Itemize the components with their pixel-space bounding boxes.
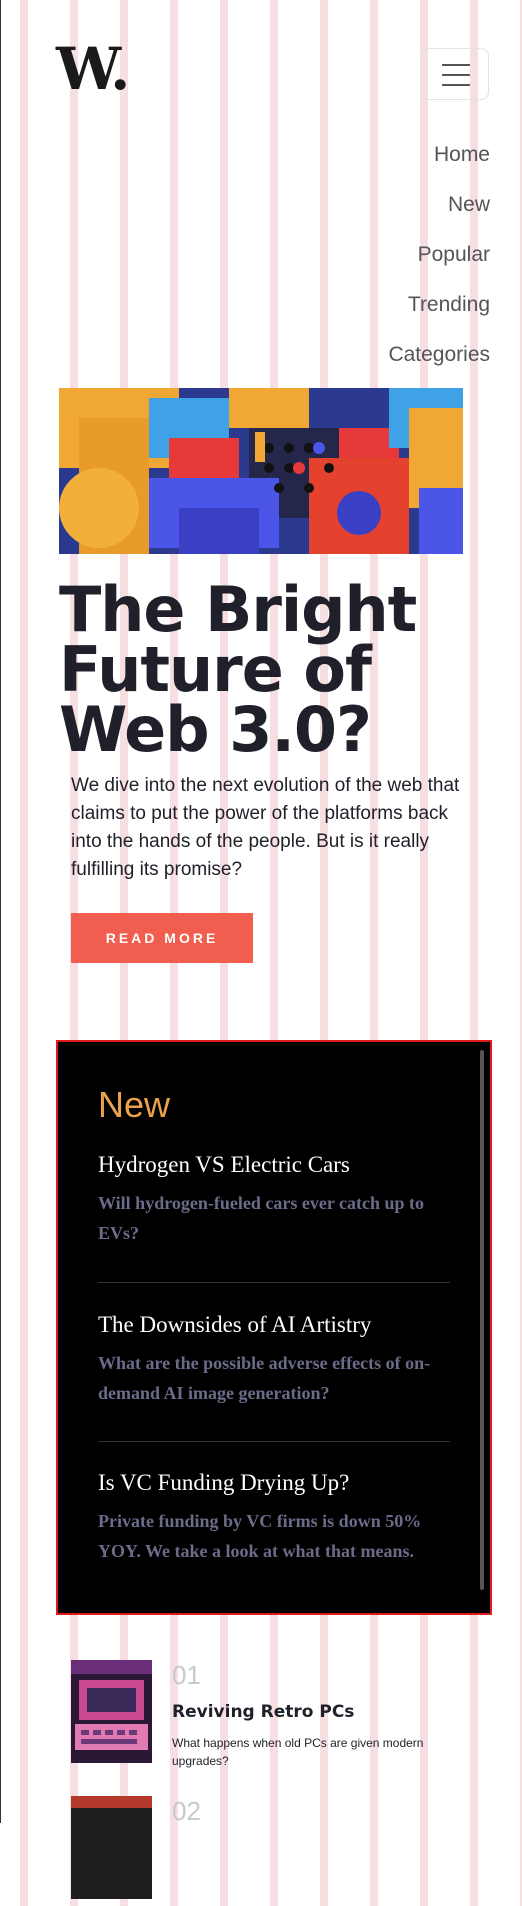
nav-item-home[interactable]: Home (388, 140, 490, 190)
article-thumbnail (71, 1796, 152, 1899)
rank-number: 02 (172, 1796, 201, 1826)
menu-button[interactable] (421, 48, 489, 100)
divider (98, 1282, 450, 1283)
new-article-title[interactable]: Is VC Funding Drying Up? (98, 1470, 448, 1496)
new-article-title[interactable]: Hydrogen VS Electric Cars (98, 1152, 448, 1178)
hero-description: We dive into the next evolution of the w… (71, 775, 460, 880)
new-article-title[interactable]: The Downsides of AI Artistry (98, 1312, 448, 1338)
new-article-item[interactable]: Hydrogen VS Electric Cars Will hydrogen-… (98, 1152, 448, 1248)
site-logo[interactable]: W. (56, 40, 130, 98)
ranked-article-title[interactable]: Reviving Retro PCs (172, 1702, 354, 1722)
new-article-description: Private funding by VC firms is down 50% … (98, 1511, 422, 1561)
rank-number: 01 (172, 1660, 201, 1690)
retro-pc-thumbnail (71, 1660, 152, 1763)
hero-title: The Bright Future of Web 3.0? (59, 573, 417, 766)
new-article-item[interactable]: Is VC Funding Drying Up? Private funding… (98, 1470, 448, 1566)
nav-item-trending[interactable]: Trending (388, 290, 490, 340)
hero-image (59, 388, 463, 554)
divider (98, 1441, 450, 1442)
ranked-article-item[interactable]: 02 (71, 1796, 471, 1906)
main-nav: Home New Popular Trending Categories (388, 140, 490, 390)
ranked-article-description: What happens when old PCs are given mode… (172, 1736, 424, 1768)
page: W. Home New Popular Trending Categories (1, 0, 522, 1899)
nav-item-categories[interactable]: Categories (388, 340, 490, 390)
ranked-article-item[interactable]: 01 Reviving Retro PCs What happens when … (71, 1660, 471, 1770)
nav-item-new[interactable]: New (388, 190, 490, 240)
new-section-heading: New (98, 1084, 171, 1125)
read-more-button[interactable]: READ MORE (71, 913, 253, 963)
nav-item-popular[interactable]: Popular (388, 240, 490, 290)
panel-scrollbar[interactable] (480, 1050, 484, 1590)
new-articles-panel: New Hydrogen VS Electric Cars Will hydro… (56, 1040, 492, 1615)
new-article-item[interactable]: The Downsides of AI Artistry What are th… (98, 1312, 448, 1408)
new-article-description: What are the possible adverse effects of… (98, 1353, 431, 1403)
new-article-description: Will hydrogen-fueled cars ever catch up … (98, 1193, 424, 1243)
